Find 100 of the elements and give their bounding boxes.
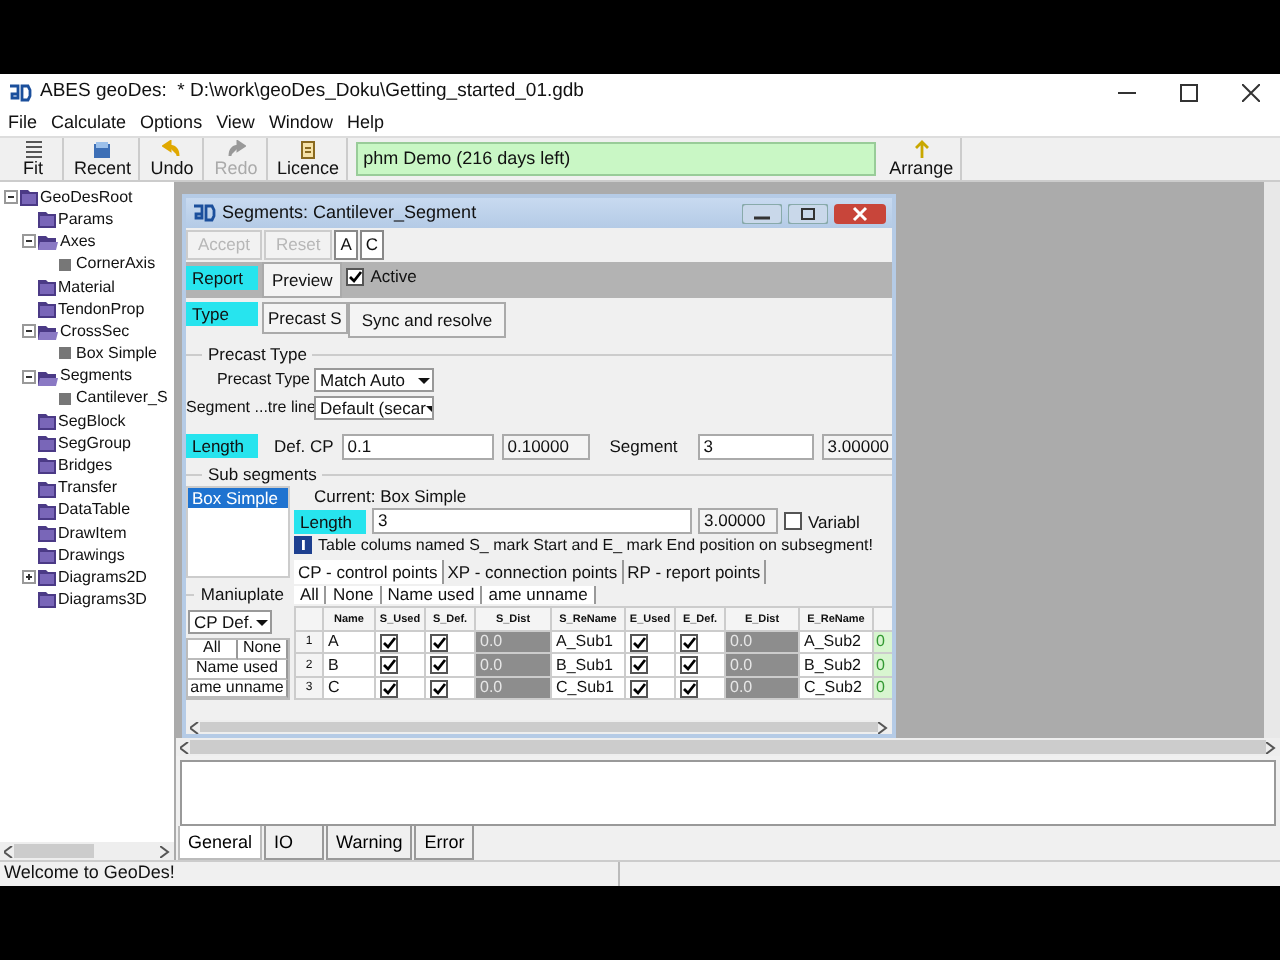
filter-button[interactable]: ame unname [188,679,288,699]
checkbox[interactable] [346,267,365,286]
arrange-button[interactable]: Arrange [883,138,962,180]
tree-item[interactable]: DataTable [58,500,131,521]
checkbox[interactable] [680,679,698,698]
menu-item[interactable]: Help [346,112,384,134]
toolbar-button[interactable]: C [359,230,385,260]
tab[interactable]: RP - report points [623,559,767,584]
minimize-icon[interactable] [742,203,782,223]
vertical-scrollbar[interactable] [1264,182,1280,738]
undo-button[interactable]: Undo [143,138,204,180]
checkbox[interactable] [430,679,448,698]
tree-item[interactable]: SegBlock [58,411,126,431]
checkbox[interactable] [430,633,448,652]
collapse-icon[interactable] [22,234,36,249]
tree-item[interactable]: SegGroup [58,433,131,453]
folder-icon [38,277,56,296]
folder-icon [38,479,56,498]
item-icon [56,389,74,408]
tree-item[interactable]: Transfer [58,478,117,498]
checkbox[interactable] [630,656,648,675]
folder-icon [38,546,56,565]
tree-item[interactable]: DrawItem [58,523,127,543]
toolbar-button[interactable]: A [334,230,358,260]
tab[interactable]: XP - connection points [443,559,624,584]
checkbox[interactable] [380,679,398,698]
tab[interactable]: Warning [326,826,413,860]
tree-item[interactable]: Box Simple [76,344,157,364]
filter-button[interactable]: Name used [188,659,288,680]
checkbox[interactable] [630,633,648,652]
tab[interactable]: General [178,826,263,860]
tree-item[interactable]: Segments [60,366,133,386]
collapse-icon[interactable] [4,190,18,205]
dropdown[interactable]: CP Def. [188,610,272,634]
maximize-icon[interactable] [788,203,828,223]
tree-item[interactable]: CrossSec [60,321,130,342]
toolbar-button[interactable]: Licence [271,138,348,180]
tree-item[interactable]: Cantilever_S [76,388,168,409]
input-field[interactable]: 0.1 [341,433,494,459]
item-icon [56,344,74,363]
scroll-right-icon [1266,741,1276,753]
app-logo-icon [8,81,32,103]
menu-item[interactable]: View [216,112,255,134]
license-field[interactable]: phm Demo (216 days left) [355,142,876,176]
checkbox[interactable] [680,633,698,652]
clipboard-icon [298,140,319,160]
checkbox[interactable] [630,679,648,698]
checkbox[interactable] [380,656,398,675]
filter-button[interactable]: All [294,585,327,605]
tab[interactable]: CP - control points [294,559,444,584]
tree-item[interactable]: Axes [60,232,96,252]
tab[interactable]: IO [264,826,325,860]
tree-item[interactable]: GeoDesRoot [40,187,133,207]
folder-icon [38,501,56,520]
sync-button[interactable]: Sync and resolve [347,302,507,338]
tree-item[interactable]: Bridges [58,456,113,476]
tree-item[interactable]: Params [58,209,114,230]
expand-icon[interactable] [22,570,36,585]
dropdown[interactable]: Default (secar [314,396,434,420]
checkbox[interactable] [784,512,802,531]
scrollbar-thumb[interactable] [14,844,94,858]
tree-item[interactable]: CornerAxis [76,254,156,274]
field-label: Def. CP [274,435,334,457]
scrollbar-thumb[interactable] [190,740,1266,754]
field-label: Segment ...tre line [186,398,310,418]
filter-button[interactable]: None [238,640,288,660]
checkbox[interactable] [380,633,398,652]
tree-item[interactable]: Diagrams2D [58,567,147,588]
list-item[interactable]: Box Simple [188,488,288,509]
menu-item[interactable]: Options [140,112,203,134]
open-folder-icon [38,232,58,251]
menu-item[interactable]: Window [268,112,333,134]
toolbar-button[interactable]: Recent [68,138,140,180]
type-field[interactable]: Precast S [262,302,348,334]
preview-button[interactable]: Preview [262,262,343,298]
close-icon[interactable] [1242,83,1260,101]
filter-button[interactable]: ame unname [482,585,596,605]
menu-item[interactable]: File [8,112,38,134]
tree-item[interactable]: TendonProp [58,299,145,319]
dropdown[interactable]: Match Auto [314,368,434,392]
checkbox[interactable] [430,656,448,675]
toolbar-button[interactable]: Fit [4,138,64,180]
tab[interactable]: Error [414,826,475,860]
current-label: Current: Box Simple [314,486,469,507]
filter-button[interactable]: None [326,585,382,605]
filter-button[interactable]: Name used [381,585,483,605]
collapse-icon[interactable] [22,324,36,339]
tree-item[interactable]: Material [58,277,115,297]
output-field: 3.00000 [698,508,778,535]
maximize-icon[interactable] [1180,83,1198,101]
filter-button[interactable]: All [188,640,238,660]
group-title: Precast Type [208,344,307,366]
input-field[interactable]: 3 [372,508,692,535]
collapse-icon[interactable] [22,369,36,384]
tree-item[interactable]: Drawings [58,545,125,565]
menu-item[interactable]: Calculate [51,112,127,134]
scrollbar-thumb[interactable] [200,722,878,732]
checkbox[interactable] [680,656,698,675]
input-field[interactable]: 3 [697,433,814,459]
tree-item[interactable]: Diagrams3D [58,590,147,610]
